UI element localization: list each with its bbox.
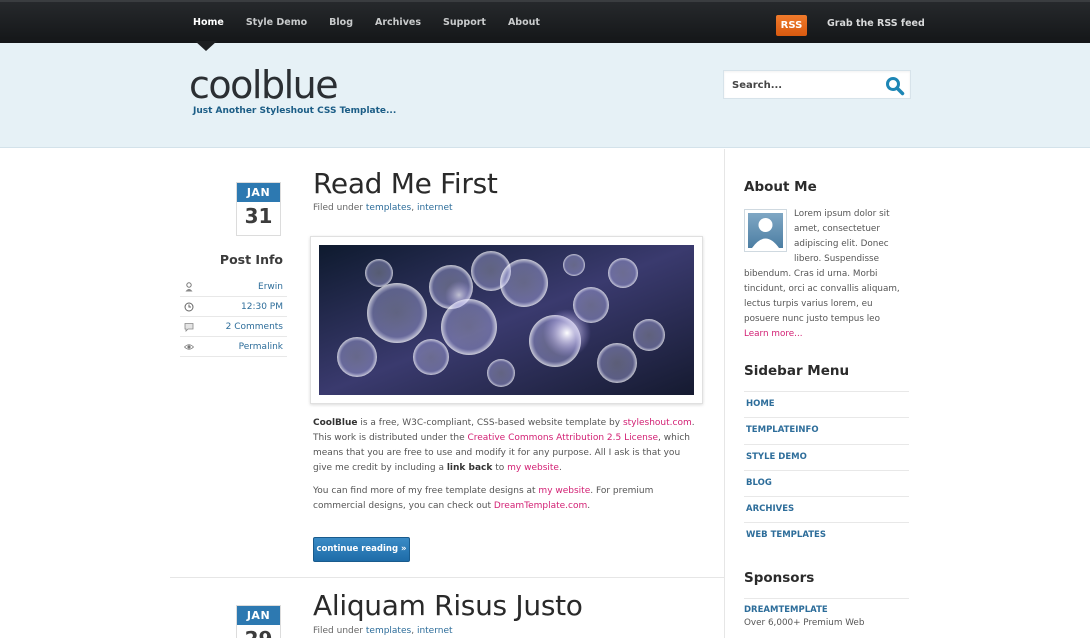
author-link[interactable]: Erwin	[258, 282, 283, 292]
post-paragraph: CoolBlue is a free, W3C-compliant, CSS-b…	[313, 416, 698, 476]
site-logo[interactable]: coolblue	[189, 63, 339, 107]
tag-separator: ,	[411, 626, 415, 636]
post-image	[310, 236, 703, 404]
post-meta: Filed under templates, internet	[313, 203, 453, 213]
date-day: 29	[237, 625, 280, 638]
sidebar-divider	[724, 149, 725, 638]
text-span: .	[558, 463, 562, 473]
post-info-permalink: Permalink	[180, 337, 287, 357]
permalink-link[interactable]: Permalink	[239, 342, 283, 352]
date-day: 31	[244, 204, 273, 228]
nav-style-demo[interactable]: Style Demo	[246, 17, 307, 28]
continue-reading-button[interactable]: continue reading »	[313, 537, 410, 562]
sidebar-item-label[interactable]: STYLE DEMO	[746, 452, 807, 462]
sidebar-item-label[interactable]: TEMPLATEINFO	[746, 425, 819, 435]
sidebar-item-label[interactable]: HOME	[746, 399, 775, 409]
post-info-heading: Post Info	[219, 252, 283, 267]
post-info-comments: 2 Comments	[180, 317, 287, 337]
search-icon[interactable]	[885, 76, 905, 96]
filed-under-label: Filed under	[313, 626, 363, 636]
nav-about[interactable]: About	[508, 17, 540, 28]
sponsors-heading: Sponsors	[744, 570, 815, 586]
link-back-text: link back	[446, 463, 493, 473]
nav-support[interactable]: Support	[443, 17, 486, 28]
search-input[interactable]	[732, 80, 872, 91]
clock-icon	[184, 302, 194, 312]
about-heading: About Me	[744, 179, 817, 195]
sidebar-item-label[interactable]: BLOG	[746, 478, 772, 488]
avatar-spacer	[744, 207, 794, 254]
post-divider	[170, 577, 724, 578]
top-navbar: Home Style Demo Blog Archives Support Ab…	[0, 0, 1090, 43]
post-meta: Filed under templates, internet	[313, 626, 453, 636]
nav-archives[interactable]: Archives	[375, 17, 421, 28]
post-date-badge: JAN 29	[236, 605, 281, 638]
post-time: 12:30 PM	[241, 302, 283, 312]
dreamtemplate-link[interactable]: DreamTemplate.com	[494, 501, 587, 511]
sponsor-description: Over 6,000+ Premium Web	[744, 618, 865, 628]
site-slogan: Just Another Styleshout CSS Template...	[193, 106, 397, 116]
tag-internet-link[interactable]: internet	[417, 203, 453, 213]
styleshout-link[interactable]: styleshout.com	[623, 418, 692, 428]
learn-more-link[interactable]: Learn more...	[744, 329, 803, 339]
sidebar-item-label[interactable]: ARCHIVES	[746, 504, 794, 514]
rss-badge[interactable]: RSS	[776, 15, 807, 36]
post-info-author: Erwin	[180, 277, 287, 297]
date-month: JAN	[237, 606, 280, 625]
post-date-badge: JAN 31	[236, 182, 281, 236]
text-span: is a free, W3C-compliant, CSS-based webs…	[357, 418, 623, 428]
tag-templates-link[interactable]: templates	[366, 203, 411, 213]
post-title[interactable]: Read Me First	[313, 167, 498, 200]
sidebar-item-label[interactable]: WEB TEMPLATES	[746, 530, 826, 540]
bokeh-image	[319, 245, 694, 395]
license-link[interactable]: Creative Commons Attribution 2.5 License	[467, 433, 658, 443]
post-info-list: Erwin 12:30 PM 2 Comments Permalink	[180, 277, 287, 357]
sponsor-entry: DREAMTEMPLATE Over 6,000+ Premium Web	[744, 598, 909, 628]
post-title[interactable]: Aliquam Risus Justo	[313, 589, 583, 622]
tag-internet-link[interactable]: internet	[417, 626, 453, 636]
about-text-block: Lorem ipsum dolor sit amet, consectetuer…	[744, 207, 908, 342]
brand-name: CoolBlue	[313, 418, 358, 428]
comments-link[interactable]: 2 Comments	[226, 322, 283, 332]
sidebar-item-web-templates[interactable]: WEB TEMPLATES	[744, 522, 909, 548]
search-box	[723, 70, 911, 99]
sidebar-item-archives[interactable]: ARCHIVES	[744, 496, 909, 522]
eye-icon	[184, 344, 194, 350]
tag-templates-link[interactable]: templates	[366, 626, 411, 636]
post-paragraph: You can find more of my free template de…	[313, 484, 698, 514]
filed-under-label: Filed under	[313, 203, 363, 213]
nav-blog[interactable]: Blog	[329, 17, 353, 28]
nav-home[interactable]: Home	[193, 17, 224, 28]
post-body: CoolBlue is a free, W3C-compliant, CSS-b…	[313, 416, 698, 522]
sidebar-menu: HOME TEMPLATEINFO STYLE DEMO BLOG ARCHIV…	[744, 391, 909, 549]
text-span: to	[492, 463, 508, 473]
site-header: coolblue Just Another Styleshout CSS Tem…	[0, 43, 1090, 148]
sidebar-item-templateinfo[interactable]: TEMPLATEINFO	[744, 417, 909, 443]
text-span: .	[587, 501, 591, 511]
sponsor-link[interactable]: DREAMTEMPLATE	[744, 605, 909, 615]
text-span: You can find more of my free template de…	[313, 486, 539, 496]
active-nav-pointer	[195, 41, 217, 51]
tag-separator: ,	[411, 203, 415, 213]
rss-feed-link[interactable]: Grab the RSS feed	[827, 18, 925, 29]
main-nav: Home Style Demo Blog Archives Support Ab…	[193, 17, 562, 28]
sidebar-menu-heading: Sidebar Menu	[744, 363, 850, 379]
post-info-time: 12:30 PM	[180, 297, 287, 317]
my-website-link[interactable]: my website	[538, 486, 590, 496]
sidebar-item-home[interactable]: HOME	[744, 391, 909, 417]
sidebar-item-style-demo[interactable]: STYLE DEMO	[744, 443, 909, 470]
my-website-link[interactable]: my website	[507, 463, 559, 473]
date-month: JAN	[237, 183, 280, 202]
sidebar-item-blog[interactable]: BLOG	[744, 469, 909, 496]
user-icon	[185, 282, 193, 292]
comment-icon	[184, 323, 194, 332]
